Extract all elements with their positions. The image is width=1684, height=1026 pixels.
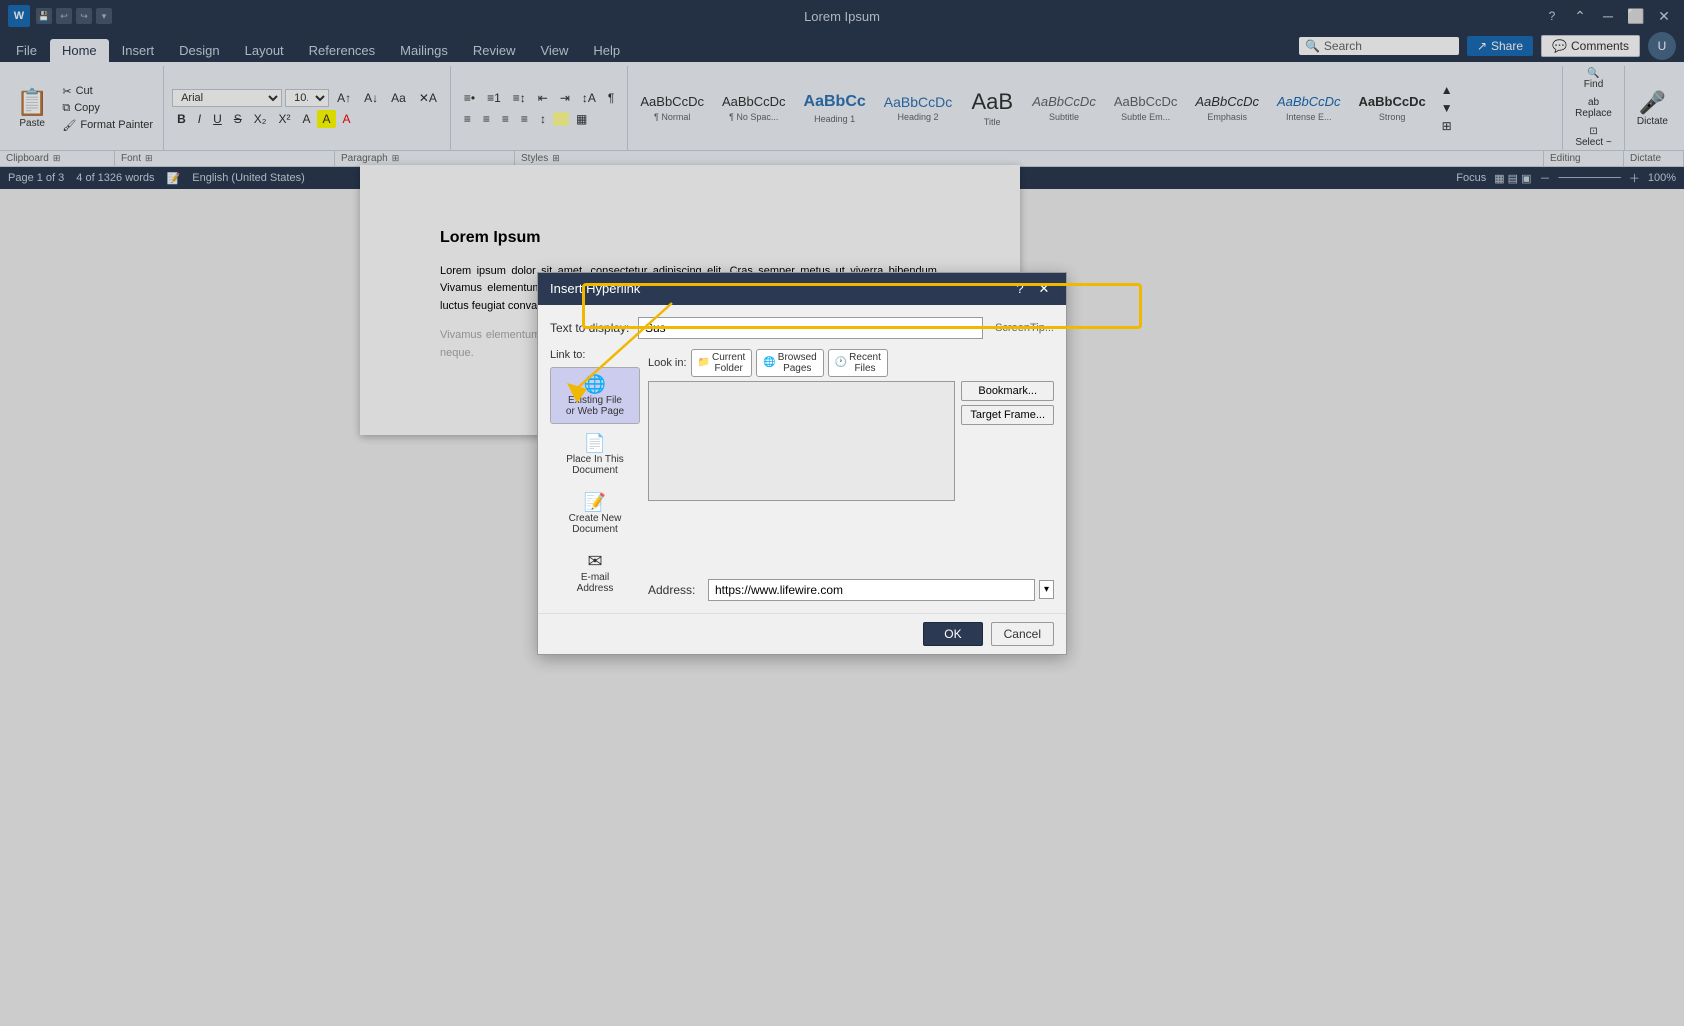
address-input[interactable] <box>708 579 1035 601</box>
dialog-close-button[interactable]: ✕ <box>1034 279 1054 299</box>
ok-button[interactable]: OK <box>923 622 982 646</box>
text-to-display-label: Text to display: <box>550 321 630 335</box>
existing-file-icon: 🌐 <box>584 374 606 395</box>
look-in-recent-files[interactable]: 🕐 RecentFiles <box>828 349 888 377</box>
current-folder-icon: 📁 <box>698 357 710 368</box>
bookmark-button[interactable]: Bookmark... <box>961 381 1054 401</box>
address-label: Address: <box>648 583 704 597</box>
dialog-help-button[interactable]: ? <box>1010 279 1030 299</box>
look-in-current-folder[interactable]: 📁 CurrentFolder <box>691 349 753 377</box>
link-to-existing-file[interactable]: 🌐 Existing Fileor Web Page <box>550 367 640 424</box>
look-in-panel: Look in: 📁 CurrentFolder 🌐 BrowsedPages <box>648 349 1054 601</box>
look-in-label: Look in: <box>648 357 687 369</box>
text-to-display-row: Text to display: ScreenTip... <box>550 317 1054 339</box>
link-to-label: Link to: <box>550 349 640 361</box>
link-to-panel: Link to: 🌐 Existing Fileor Web Page 📄 Pl… <box>550 349 640 601</box>
cancel-button[interactable]: Cancel <box>991 622 1054 646</box>
insert-hyperlink-dialog: Insert Hyperlink ? ✕ Text to display: Sc… <box>537 272 1067 655</box>
dialog-title-buttons: ? ✕ <box>1010 279 1054 299</box>
place-in-doc-icon: 📄 <box>584 433 606 454</box>
address-row: Address: ▾ <box>648 579 1054 601</box>
dialog-body: Link to: 🌐 Existing Fileor Web Page 📄 Pl… <box>550 349 1054 601</box>
dialog-side-buttons: Bookmark... Target Frame... <box>961 381 1054 567</box>
dialog-footer: OK Cancel <box>538 613 1066 654</box>
browsed-pages-icon: 🌐 <box>763 357 775 368</box>
link-to-place-in-document[interactable]: 📄 Place In ThisDocument <box>550 426 640 483</box>
text-to-display-input[interactable] <box>638 317 983 339</box>
link-to-email[interactable]: ✉ E-mailAddress <box>550 544 640 601</box>
link-to-create-new[interactable]: 📝 Create NewDocument <box>550 485 640 542</box>
file-list[interactable] <box>648 381 955 501</box>
look-in-browsed-pages[interactable]: 🌐 BrowsedPages <box>756 349 823 377</box>
target-frame-button[interactable]: Target Frame... <box>961 405 1054 425</box>
dialog-content: Text to display: ScreenTip... Link to: 🌐… <box>538 305 1066 613</box>
dialog-title-bar: Insert Hyperlink ? ✕ <box>538 273 1066 305</box>
screenreader-tip-label: ScreenTip... <box>995 322 1054 334</box>
address-dropdown-button[interactable]: ▾ <box>1039 580 1054 599</box>
create-new-icon: 📝 <box>584 492 606 513</box>
dialog-overlay: Insert Hyperlink ? ✕ Text to display: Sc… <box>0 0 1684 1026</box>
dialog-title: Insert Hyperlink <box>550 281 640 296</box>
recent-files-icon: 🕐 <box>835 357 847 368</box>
email-icon: ✉ <box>587 551 602 572</box>
file-area: Bookmark... Target Frame... <box>648 381 1054 567</box>
